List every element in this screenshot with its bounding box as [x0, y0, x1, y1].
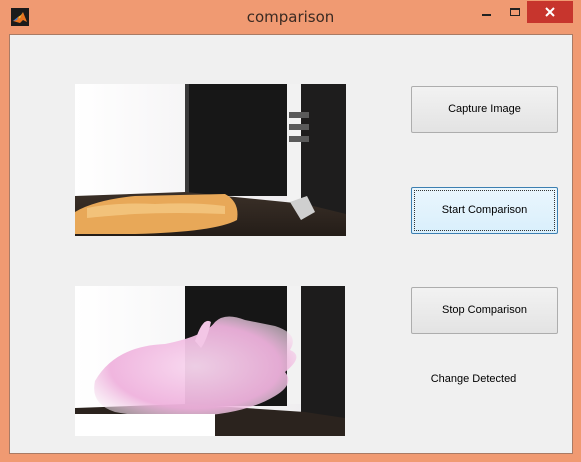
title-bar[interactable]: comparison: [0, 0, 581, 34]
app-window: comparison Capture Image Start Compariso…: [0, 0, 581, 462]
focus-rectangle: [414, 190, 555, 231]
captured-image: [75, 84, 346, 236]
close-icon: [545, 7, 555, 17]
figure-client-area: Capture Image Start Comparison Stop Comp…: [9, 34, 573, 454]
minimize-button[interactable]: [474, 1, 500, 23]
live-image: [75, 286, 345, 436]
status-text: Change Detected: [430, 373, 517, 385]
close-button[interactable]: [527, 1, 573, 23]
maximize-button[interactable]: [502, 1, 528, 23]
maximize-icon: [510, 8, 520, 16]
start-comparison-button[interactable]: Start Comparison: [411, 187, 558, 234]
minimize-icon: [482, 14, 491, 16]
capture-image-button[interactable]: Capture Image: [411, 86, 558, 133]
stop-comparison-button[interactable]: Stop Comparison: [411, 287, 558, 334]
